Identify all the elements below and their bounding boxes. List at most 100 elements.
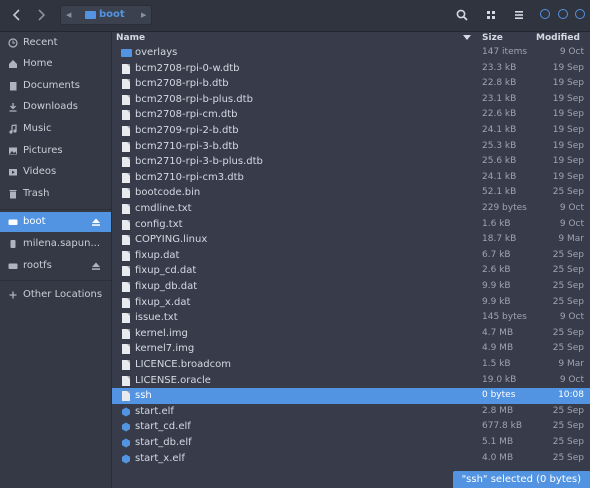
table-row[interactable]: bcm2708-rpi-0-w.dtb 23.3 kB 19 Sep	[112, 61, 590, 77]
sidebar-item-pictures[interactable]: Pictures	[0, 141, 111, 161]
table-row[interactable]: LICENCE.broadcom 1.5 kB 9 Mar	[112, 357, 590, 373]
sidebar-item-label: Other Locations	[23, 289, 103, 300]
drive-icon	[8, 263, 18, 269]
menu-button[interactable]	[508, 5, 530, 25]
table-row[interactable]: cmdline.txt 229 bytes 9 Oct	[112, 201, 590, 217]
table-row[interactable]: fixup_cd.dat 2.6 kB 25 Sep	[112, 263, 590, 279]
file-name: fixup_x.dat	[135, 296, 191, 308]
file-size: 24.1 kB	[482, 171, 517, 182]
table-row[interactable]: start_db.elf 5.1 MB 25 Sep	[112, 435, 590, 451]
file-modified: 19 Sep	[552, 109, 584, 120]
column-header-size[interactable]: Size	[482, 32, 503, 44]
table-row[interactable]: fixup_db.dat 9.9 kB 25 Sep	[112, 279, 590, 295]
chevron-left-icon	[12, 9, 20, 21]
file-size: 229 bytes	[482, 203, 527, 213]
table-row[interactable]: issue.txt 145 bytes 9 Oct	[112, 310, 590, 326]
sidebar-item-boot[interactable]: boot	[0, 212, 111, 232]
file-name: bcm2708-rpi-b-plus.dtb	[135, 93, 253, 105]
table-row[interactable]: fixup.dat 6.7 kB 25 Sep	[112, 248, 590, 264]
path-current-label[interactable]: boot	[99, 6, 125, 24]
sort-descending-icon[interactable]	[463, 35, 471, 41]
sidebar-item-videos[interactable]: Videos	[0, 162, 111, 182]
minimize-button[interactable]	[540, 9, 550, 19]
file-name: bootcode.bin	[135, 187, 201, 199]
file-name: kernel7.img	[135, 343, 195, 355]
column-header-name[interactable]: Name	[116, 32, 145, 44]
table-row[interactable]: bcm2708-rpi-cm.dtb 22.6 kB 19 Sep	[112, 107, 590, 123]
table-row[interactable]: start_cd.elf 677.8 kB 25 Sep	[112, 419, 590, 435]
file-icon	[122, 188, 130, 199]
file-size: 2.8 MB	[482, 405, 514, 416]
file-icon	[122, 328, 130, 339]
table-row[interactable]: bcm2710-rpi-3-b-plus.dtb 25.6 kB 19 Sep	[112, 154, 590, 170]
file-size: 5.1 MB	[482, 437, 514, 447]
search-button[interactable]	[451, 5, 473, 25]
file-icon	[122, 360, 130, 370]
sidebar-item-other-locations[interactable]: Other Locations	[0, 285, 111, 305]
table-row[interactable]: bootcode.bin 52.1 kB 25 Sep	[112, 185, 590, 201]
eject-icon[interactable]	[91, 261, 101, 271]
table-row[interactable]: LICENSE.oracle 19.0 kB 9 Oct	[112, 373, 590, 389]
eject-icon[interactable]	[91, 217, 101, 227]
file-modified: 25 Sep	[552, 343, 584, 354]
file-modified: 19 Sep	[552, 62, 584, 73]
file-modified: 25 Sep	[552, 265, 584, 276]
sidebar-item-label: rootfs	[23, 260, 52, 271]
sidebar-item-documents[interactable]: Documents	[0, 76, 111, 96]
caret-right-icon[interactable]: ▶	[141, 6, 146, 24]
executable-icon	[122, 422, 130, 432]
trash-icon	[9, 190, 17, 199]
file-icon	[122, 126, 130, 136]
file-list: Name Size Modified overlays 147 items 9 Oc…	[112, 32, 590, 488]
path-bar[interactable]: ◀ boot ▶	[60, 5, 152, 25]
table-row[interactable]: COPYING.linux 18.7 kB 9 Mar	[112, 232, 590, 248]
view-mode-button[interactable]	[480, 5, 502, 25]
back-button[interactable]	[6, 5, 28, 25]
table-row[interactable]: start.elf 2.8 MB 25 Sep	[112, 404, 590, 420]
sidebar-item-trash[interactable]: Trash	[0, 184, 111, 204]
file-icon	[122, 250, 130, 261]
file-size: 52.1 kB	[482, 187, 517, 198]
picture-icon	[9, 147, 17, 155]
table-row[interactable]: bcm2709-rpi-2-b.dtb 24.1 kB 19 Sep	[112, 123, 590, 139]
document-icon	[10, 82, 17, 91]
file-name: config.txt	[135, 218, 183, 230]
sidebar-item-milena[interactable]: milena.sapun...	[0, 234, 111, 254]
file-name: bcm2710-rpi-cm3.dtb	[135, 171, 244, 183]
table-row[interactable]: bcm2710-rpi-3-b.dtb 25.3 kB 19 Sep	[112, 139, 590, 155]
file-name: LICENCE.broadcom	[135, 359, 231, 370]
file-size: 19.0 kB	[482, 374, 517, 385]
close-button[interactable]	[575, 9, 585, 19]
file-size: 677.8 kB	[482, 421, 523, 432]
column-header: Name Size Modified	[112, 32, 590, 44]
file-name: bcm2708-rpi-b.dtb	[135, 78, 229, 90]
file-modified: 25 Sep	[552, 296, 584, 307]
maximize-button[interactable]	[558, 9, 568, 19]
file-icon	[122, 110, 130, 121]
caret-left-icon[interactable]: ◀	[66, 6, 71, 24]
file-icon	[122, 94, 130, 105]
table-row[interactable]: bcm2708-rpi-b-plus.dtb 23.1 kB 19 Sep	[112, 92, 590, 108]
table-row[interactable]: kernel7.img 4.9 MB 25 Sep	[112, 341, 590, 357]
file-name: fixup_cd.dat	[135, 265, 197, 277]
table-row[interactable]: start_x.elf 4.0 MB 25 Sep	[112, 451, 590, 467]
table-row[interactable]: kernel.img 4.7 MB 25 Sep	[112, 326, 590, 342]
table-row[interactable]: fixup_x.dat 9.9 kB 25 Sep	[112, 295, 590, 311]
table-row[interactable]: ssh 0 bytes 10:08	[112, 388, 590, 404]
sidebar-item-recent[interactable]: Recent	[0, 33, 111, 53]
table-row[interactable]: bcm2710-rpi-cm3.dtb 24.1 kB 19 Sep	[112, 170, 590, 186]
file-icon	[122, 344, 130, 355]
sidebar-item-downloads[interactable]: Downloads	[0, 97, 111, 117]
table-row[interactable]: overlays 147 items 9 Oct	[112, 45, 590, 61]
sidebar-item-music[interactable]: Music	[0, 119, 111, 139]
forward-button[interactable]	[30, 5, 52, 25]
table-row[interactable]: bcm2708-rpi-b.dtb 22.8 kB 19 Sep	[112, 76, 590, 92]
sidebar-item-rootfs[interactable]: rootfs	[0, 256, 111, 276]
file-size: 1.5 kB	[482, 359, 511, 369]
usb-icon	[10, 240, 16, 248]
download-icon	[9, 103, 17, 112]
sidebar-item-home[interactable]: Home	[0, 54, 111, 74]
file-modified: 10:08	[558, 390, 584, 401]
column-header-modified[interactable]: Modified	[536, 32, 580, 44]
table-row[interactable]: config.txt 1.6 kB 9 Oct	[112, 217, 590, 233]
